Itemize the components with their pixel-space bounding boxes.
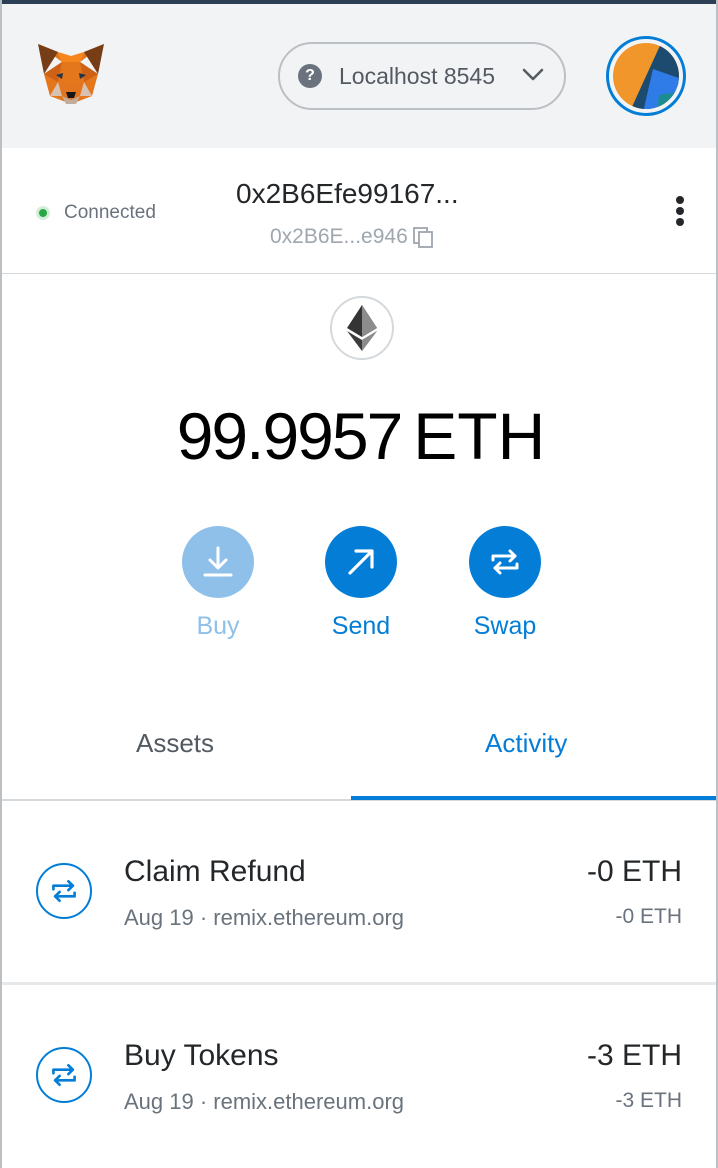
tab-activity[interactable]: Activity	[485, 728, 567, 759]
account-address-button[interactable]: 0x2B6E...e946	[270, 225, 434, 249]
transaction-list-item[interactable]: Buy Tokens Aug 19 · remix.ethereum.org -…	[2, 987, 716, 1168]
network-label: Localhost 8545	[339, 62, 496, 89]
transaction-secondary-amount: -0 ETH	[615, 905, 682, 928]
tab-assets[interactable]: Assets	[136, 728, 214, 759]
connected-dot-icon	[36, 206, 50, 220]
connection-status-label: Connected	[64, 202, 156, 223]
balance-display: 99.9957 ETH	[2, 398, 716, 474]
send-icon-circle	[325, 526, 397, 598]
balance-amount: 99.9957	[176, 399, 404, 473]
question-icon: ?	[298, 64, 322, 88]
wallet-popup: ? Localhost 8545 Connected 0x2B6Efe99167…	[0, 0, 718, 1168]
identicon	[613, 43, 679, 109]
balance-unit: ETH	[413, 399, 546, 473]
buy-label: Buy	[196, 612, 240, 640]
transaction-title: Buy Tokens	[124, 1039, 279, 1072]
app-header: ? Localhost 8545	[2, 0, 716, 148]
tab-bar: Assets Activity	[2, 700, 716, 801]
metamask-fox-logo[interactable]	[36, 42, 106, 108]
swap-label: Swap	[473, 612, 537, 640]
transaction-title: Claim Refund	[124, 855, 306, 888]
active-tab-indicator	[351, 796, 716, 800]
buy-button[interactable]: Buy	[182, 526, 254, 640]
swap-button[interactable]: Swap	[469, 526, 541, 640]
buy-icon-circle	[182, 526, 254, 598]
copy-icon	[412, 227, 433, 248]
swap-arrows-icon	[36, 1047, 92, 1103]
account-name: 0x2B6Efe99167...	[236, 178, 459, 209]
swap-icon-circle	[469, 526, 541, 598]
account-options-icon[interactable]	[672, 196, 688, 230]
account-bar: Connected 0x2B6Efe99167... 0x2B6E...e946	[2, 148, 716, 274]
transaction-subtitle: Aug 19 · remix.ethereum.org	[124, 1089, 405, 1114]
window-edge	[2, 0, 716, 4]
download-icon	[203, 546, 233, 577]
swap-arrows-icon	[491, 549, 519, 575]
swap-arrows-icon	[36, 863, 92, 919]
account-avatar[interactable]	[606, 36, 686, 116]
connection-status[interactable]: Connected	[36, 202, 156, 224]
network-selector[interactable]: ? Localhost 8545	[278, 42, 566, 110]
transaction-amount: -0 ETH	[586, 855, 682, 888]
account-address: 0x2B6E...e946	[270, 225, 408, 248]
transaction-amount: -3 ETH	[586, 1039, 682, 1072]
transaction-secondary-amount: -3 ETH	[615, 1089, 682, 1112]
chevron-down-icon	[522, 68, 544, 81]
transaction-subtitle: Aug 19 · remix.ethereum.org	[124, 905, 405, 930]
ethereum-logo-icon	[330, 296, 394, 360]
send-label: Send	[331, 612, 391, 640]
send-button[interactable]: Send	[325, 526, 397, 640]
arrow-up-right-icon	[348, 549, 374, 575]
transaction-list-item[interactable]: Claim Refund Aug 19 · remix.ethereum.org…	[2, 803, 716, 985]
